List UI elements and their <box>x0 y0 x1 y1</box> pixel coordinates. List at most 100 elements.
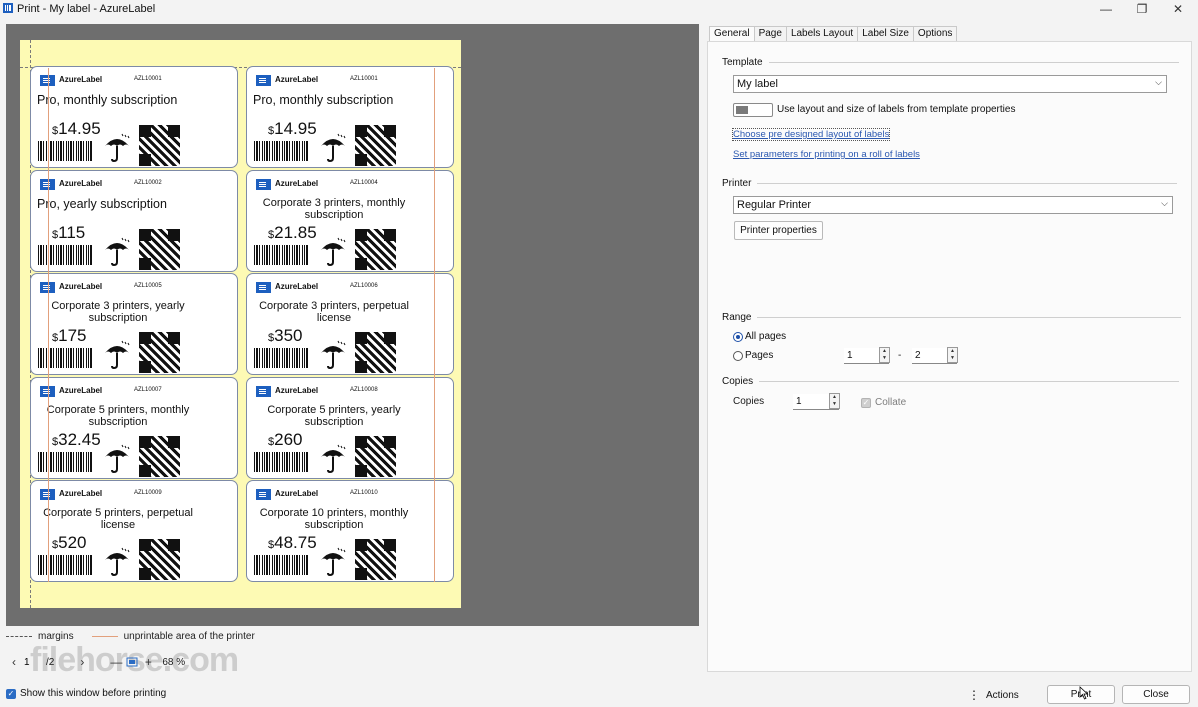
label-price: $14.95 <box>268 119 317 139</box>
spinner-arrows-icon[interactable]: ▲ ▼ <box>879 347 890 363</box>
label-price: $14.95 <box>52 119 101 139</box>
label-card: AzureLabel AZL10005 Corporate 3 printers, … <box>30 273 238 375</box>
label-card: AzureLabel AZL10006 Corporate 3 printers, … <box>246 273 454 375</box>
label-price-value: 14.95 <box>58 119 101 138</box>
actions-menu-button[interactable]: ⋮ Actions <box>968 688 1019 702</box>
radio-selected-icon[interactable] <box>733 331 743 342</box>
tab-page[interactable]: Page <box>753 26 787 42</box>
copies-section-header: Copies <box>722 376 1180 387</box>
range-heading: Range <box>722 312 752 323</box>
roll-parameters-link[interactable]: Set parameters for printing on a roll of… <box>733 149 920 160</box>
checkbox-checked-icon[interactable]: ✓ <box>6 688 16 699</box>
label-code: AZL10005 <box>134 283 162 289</box>
label-price: $350 <box>268 326 303 346</box>
spinner-arrows-icon[interactable]: ▲ ▼ <box>947 347 958 363</box>
umbrella-icon <box>320 444 346 474</box>
label-price: $21.85 <box>268 223 317 243</box>
unprintable-line-right <box>434 68 435 582</box>
use-template-layout-toggle[interactable] <box>733 103 773 117</box>
printer-section-header: Printer <box>722 178 1178 189</box>
page-total: /2 <box>46 656 55 668</box>
title-bar: Print - My label - AzureLabel — ❐ ✕ <box>0 0 1198 18</box>
label-price-value: 520 <box>58 533 87 552</box>
pages-radio[interactable]: Pages <box>733 350 773 361</box>
label-card: AzureLabel AZL10007 Corporate 5 printers, … <box>30 376 238 479</box>
choose-layout-link[interactable]: Choose pre designed layout of labels <box>731 128 891 141</box>
umbrella-icon <box>104 237 130 267</box>
label-price: $32.45 <box>52 430 101 450</box>
radio-unselected-icon[interactable] <box>733 350 743 361</box>
qr-code-image <box>355 539 396 580</box>
close-button[interactable]: Close <box>1122 685 1190 704</box>
label-code: AZL10001 <box>350 76 378 82</box>
label-card: AzureLabel AZL10009 Corporate 5 printers, … <box>30 480 238 582</box>
label-title: Corporate 5 printers, yearly subscriptio… <box>267 403 401 428</box>
spinner-arrows-icon[interactable]: ▲ ▼ <box>829 393 840 409</box>
copies-input[interactable]: 1 ▲ ▼ <box>793 393 840 410</box>
azurelabel-logo-icon <box>256 489 271 500</box>
page-number-input[interactable] <box>22 654 46 670</box>
all-pages-radio[interactable]: All pages <box>733 331 786 342</box>
printer-select[interactable]: Regular Printer ⌵ <box>733 196 1173 214</box>
zoom-out-button[interactable]: — <box>108 654 124 670</box>
page-navigator: ‹ /2 › — + 68 % <box>6 650 185 674</box>
printer-properties-button[interactable]: Printer properties <box>734 221 823 240</box>
window-title: Print - My label - AzureLabel <box>17 3 156 15</box>
maximize-button[interactable]: ❐ <box>1124 0 1160 18</box>
close-window-button[interactable]: ✕ <box>1160 0 1196 18</box>
printer-select-value: Regular Printer <box>737 199 811 211</box>
print-preview[interactable]: AzureLabel AZL10001 Pro, monthly subscript… <box>6 24 699 626</box>
tab-general[interactable]: General <box>709 26 755 42</box>
copies-heading: Copies <box>722 376 754 387</box>
zoom-in-button[interactable]: + <box>140 654 156 670</box>
tab-labels-layout[interactable]: Labels Layout <box>785 26 859 42</box>
more-vertical-icon: ⋮ <box>968 688 980 702</box>
azurelabel-logo-icon <box>256 75 271 86</box>
label-price-value: 175 <box>58 326 87 345</box>
checkbox-checked-icon[interactable]: ✓ <box>861 397 871 408</box>
template-select[interactable]: My label ⌵ <box>733 75 1167 93</box>
barcode-image <box>38 348 92 368</box>
fit-page-icon[interactable] <box>124 654 140 670</box>
barcode-image <box>254 555 308 575</box>
next-page-button[interactable]: › <box>74 654 90 670</box>
label-price: $175 <box>52 326 87 346</box>
label-code: AZL10004 <box>350 179 378 186</box>
label-card: AzureLabel AZL10001 Pro, monthly subscript… <box>246 66 454 168</box>
unprintable-swatch <box>91 635 118 637</box>
pages-to-input[interactable]: 2 ▲ ▼ <box>912 347 958 364</box>
show-window-checkbox[interactable]: ✓ Show this window before printing <box>6 688 166 699</box>
umbrella-icon <box>104 547 130 577</box>
label-code: AZL10007 <box>134 386 162 393</box>
umbrella-icon <box>320 340 346 370</box>
minimize-button[interactable]: — <box>1088 0 1124 18</box>
barcode-image <box>254 451 308 472</box>
label-brand: AzureLabel <box>275 282 319 291</box>
pages-from-input[interactable]: 1 ▲ ▼ <box>844 347 890 364</box>
barcode-image <box>38 244 92 265</box>
general-settings-panel: Template My label ⌵ Use layout and size … <box>707 41 1192 672</box>
label-price-value: 32.45 <box>58 429 101 449</box>
label-price-value: 350 <box>274 326 303 345</box>
label-title: Corporate 10 printers, monthly subscript… <box>259 507 409 531</box>
azurelabel-logo-icon <box>256 178 271 190</box>
label-title: Corporate 5 printers, perpetual license <box>43 507 193 531</box>
collate-checkbox[interactable]: ✓ Collate <box>861 397 906 408</box>
previous-page-button[interactable]: ‹ <box>6 654 22 670</box>
label-card: AzureLabel AZL10002 Pro, yearly subscripti… <box>30 169 238 272</box>
barcode-image <box>254 244 308 265</box>
label-price: $520 <box>52 533 87 553</box>
tab-label-size[interactable]: Label Size <box>857 26 914 42</box>
label-title: Corporate 3 printers, perpetual license <box>259 300 409 324</box>
range-section-header: Range <box>722 312 1182 323</box>
tab-options[interactable]: Options <box>912 26 958 42</box>
margins-legend-label: margins <box>38 630 74 642</box>
label-title: Pro, monthly subscription <box>253 93 394 107</box>
umbrella-icon <box>104 444 130 474</box>
label-price-value: 48.75 <box>274 533 317 552</box>
printer-heading: Printer <box>722 178 752 189</box>
actions-label: Actions <box>986 689 1019 701</box>
label-title: Pro, yearly subscription <box>37 196 167 211</box>
template-section-header: Template <box>722 57 1179 68</box>
barcode-image <box>38 141 92 161</box>
